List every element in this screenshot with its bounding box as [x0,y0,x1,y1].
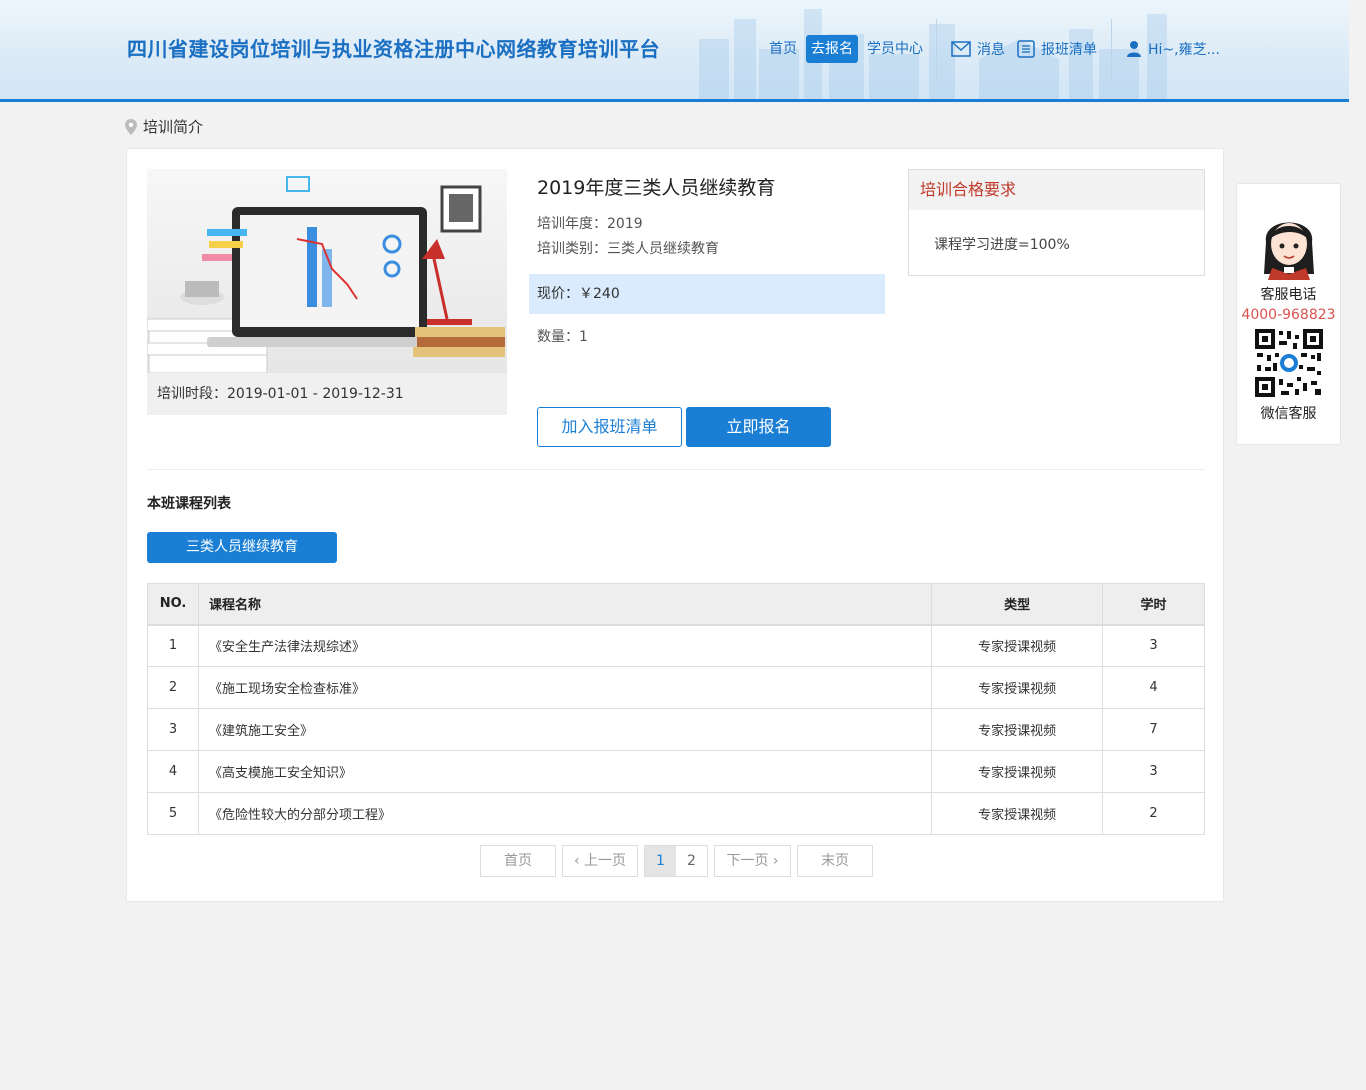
course-info: 2019年度三类人员继续教育 培训年度：2019 培训类别：三类人员继续教育 现… [529,169,885,346]
service-avatar-icon [1263,222,1314,280]
nav-user-label: Hi~,雍芝... [1148,42,1220,58]
row-name[interactable]: 《建筑施工安全》 [197,708,933,751]
course-cover-image [147,169,507,373]
add-to-cart-button[interactable]: 加入报班清单 [537,407,682,447]
location-pin-icon [125,118,137,135]
wechat-qr-code[interactable] [1252,327,1325,399]
row-type: 专家授课视频 [931,666,1104,709]
row-no: 5 [147,792,199,835]
row-no: 2 [147,666,199,709]
wechat-service-label: 微信客服 [1260,406,1317,422]
service-phone-number[interactable]: 4000-968823 [1237,307,1340,323]
table-row[interactable]: 5 《危险性较大的分部分项工程》 专家授课视频 2 [147,792,1205,835]
course-title: 2019年度三类人员继续教育 [537,177,776,199]
course-cover: 培训时段：2019-01-01 - 2019-12-31 [147,169,507,415]
row-type: 专家授课视频 [931,708,1104,751]
col-type: 类型 [931,583,1104,626]
first-page-button[interactable]: 首页 [480,845,556,877]
requirements-text: 课程学习进度=100% [934,237,1070,253]
nav-enroll[interactable]: 去报名 [806,35,858,63]
page-1-button[interactable]: 1 [645,846,676,876]
service-phone-label: 客服电话 [1260,287,1317,303]
site-header: 四川省建设岗位培训与执业资格注册中心网络教育培训平台 首页 去报名 学员中心 消… [0,0,1349,102]
col-no: NO. [147,583,199,626]
row-hours: 3 [1102,750,1205,793]
row-name[interactable]: 《高支模施工安全知识》 [197,750,933,793]
row-type: 专家授课视频 [931,792,1104,835]
last-page-button[interactable]: 末页 [797,845,873,877]
page-2-button[interactable]: 2 [676,846,707,876]
requirements-box: 培训合格要求 课程学习进度=100% [908,169,1205,276]
user-icon [1127,41,1141,57]
course-table: NO. 课程名称 类型 学时 1 《安全生产法律法规综述》 专家授课视频 3 2… [147,583,1205,835]
course-meta: 培训年度：2019 培训类别：三类人员继续教育 [537,212,885,262]
training-period: 培训时段：2019-01-01 - 2019-12-31 [157,386,404,402]
table-header-row: NO. 课程名称 类型 学时 [147,583,1205,626]
breadcrumb-label: 培训简介 [143,118,204,136]
nav-cart[interactable]: 报班清单 [1011,39,1103,59]
row-no: 4 [147,750,199,793]
row-hours: 2 [1102,792,1205,835]
prev-page-button[interactable]: ‹ 上一页 [562,845,638,877]
requirements-heading: 培训合格要求 [909,170,1204,210]
next-page-button[interactable]: 下一页 › [714,845,791,877]
price-bar: 现价：￥240 [529,274,885,314]
course-detail-panel: 培训时段：2019-01-01 - 2019-12-31 2019年度三类人员继… [126,148,1224,902]
row-no: 3 [147,708,199,751]
row-hours: 3 [1102,624,1205,667]
row-type: 专家授课视频 [931,750,1104,793]
course-list-title: 本班课程列表 [147,496,231,512]
top-nav: 首页 去报名 学员中心 消息 报班清单 Hi~,雍芝... [764,19,1226,79]
section-divider [147,469,1205,470]
table-row[interactable]: 1 《安全生产法律法规综述》 专家授课视频 3 [147,624,1205,667]
quantity: 数量：1 [537,329,588,345]
pagination: 首页 ‹ 上一页 1 2 下一页 › 末页 [480,845,873,877]
table-row[interactable]: 4 《高支模施工安全知识》 专家授课视频 3 [147,750,1205,793]
training-category: 培训类别：三类人员继续教育 [537,241,719,257]
row-type: 专家授课视频 [931,624,1104,667]
nav-divider [936,19,937,79]
customer-service-widget: 客服电话 4000-968823 微信客服 [1236,183,1341,445]
page-numbers: 1 2 [644,845,708,877]
training-year: 培训年度：2019 [537,216,643,232]
nav-user[interactable]: Hi~,雍芝... [1120,39,1226,59]
nav-messages[interactable]: 消息 [945,39,1011,59]
table-row[interactable]: 2 《施工现场安全检查标准》 专家授课视频 4 [147,666,1205,709]
row-name[interactable]: 《危险性较大的分部分项工程》 [197,792,933,835]
row-hours: 4 [1102,666,1205,709]
row-name[interactable]: 《施工现场安全检查标准》 [197,666,933,709]
enroll-now-button[interactable]: 立即报名 [686,407,831,447]
nav-messages-label: 消息 [977,42,1005,58]
nav-student-center[interactable]: 学员中心 [862,35,928,63]
nav-cart-label: 报班清单 [1041,42,1097,58]
list-icon [1017,40,1035,58]
nav-home[interactable]: 首页 [764,35,802,63]
site-title[interactable]: 四川省建设岗位培训与执业资格注册中心网络教育培训平台 [127,33,660,62]
col-name: 课程名称 [197,583,933,626]
col-hours: 学时 [1102,583,1205,626]
table-row[interactable]: 3 《建筑施工安全》 专家授课视频 7 [147,708,1205,751]
row-no: 1 [147,624,199,667]
breadcrumb: 培训简介 [125,116,203,137]
course-category-tab[interactable]: 三类人员继续教育 [147,532,337,563]
action-buttons: 加入报班清单 立即报名 [537,407,831,447]
row-name[interactable]: 《安全生产法律法规综述》 [197,624,933,667]
nav-divider [1111,19,1112,79]
row-hours: 7 [1102,708,1205,751]
mail-icon [951,41,971,57]
